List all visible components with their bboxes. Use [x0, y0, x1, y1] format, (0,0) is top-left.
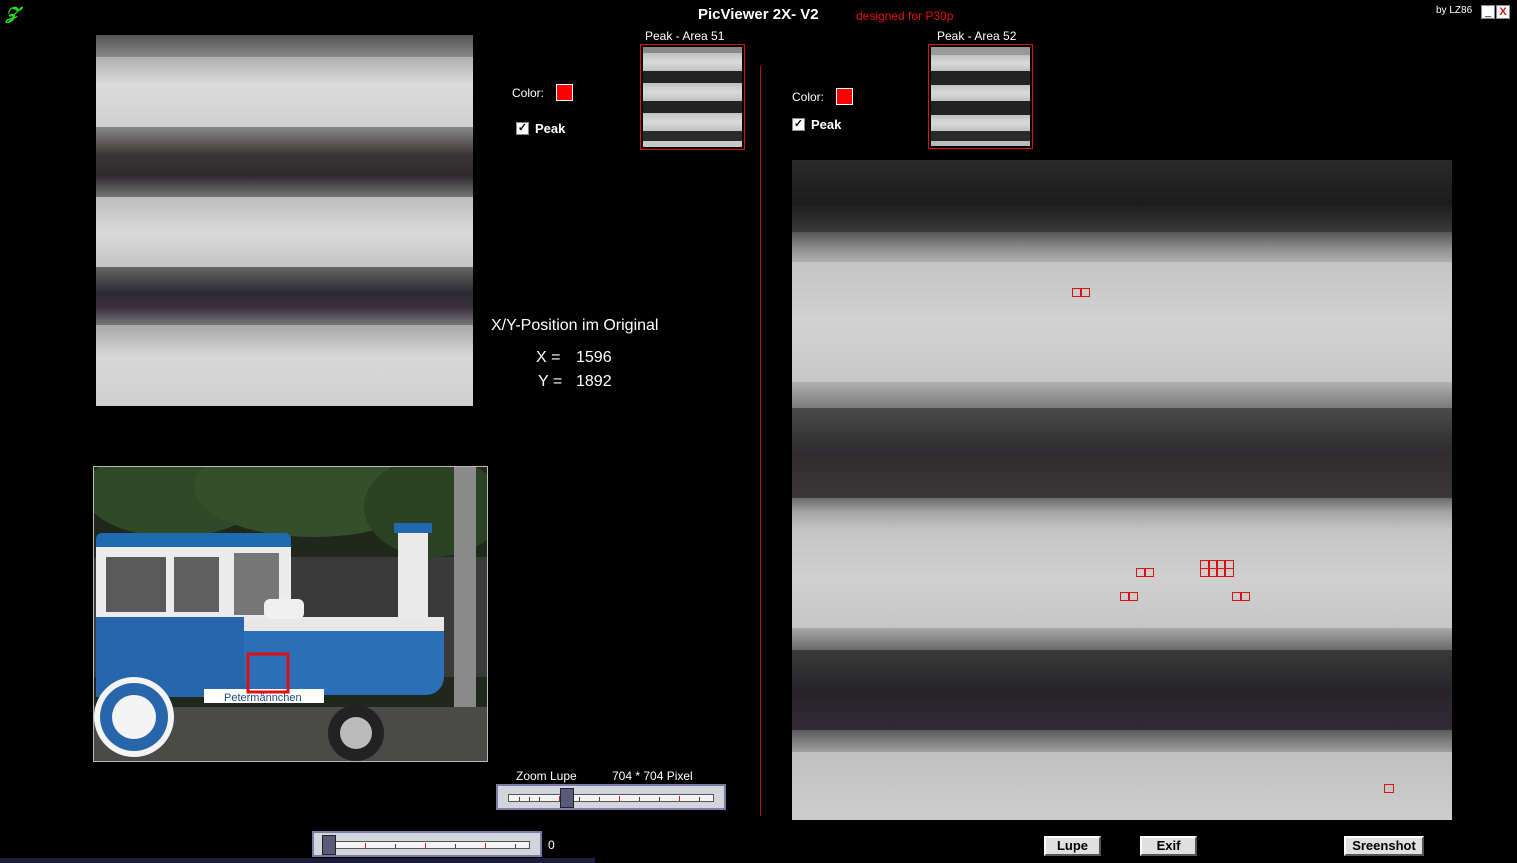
- app-title: PicViewer 2X- V2: [698, 6, 819, 23]
- bottom-slider[interactable]: [312, 831, 542, 857]
- thumbnail-sign-text: Petermännchen: [224, 692, 302, 704]
- app-subtitle: designed for P30p: [856, 9, 954, 23]
- bottom-slider-knob[interactable]: [322, 835, 336, 855]
- bottom-strip: [0, 858, 595, 863]
- x-value: 1596: [576, 349, 612, 366]
- left-color-swatch[interactable]: [556, 84, 573, 101]
- magnifier-left-view[interactable]: [96, 35, 473, 406]
- close-button[interactable]: X: [1496, 5, 1510, 19]
- peak-marker: [1240, 592, 1250, 601]
- panel-divider: [760, 66, 761, 816]
- left-color-label: Color:: [512, 86, 545, 100]
- y-value: 1892: [576, 373, 612, 390]
- right-peak-checkbox[interactable]: ✓: [792, 118, 805, 131]
- peak-marker: [1384, 784, 1394, 793]
- peak-area-51-title: Peak - Area 51: [645, 29, 725, 43]
- position-title: X/Y-Position im Original: [491, 317, 659, 334]
- peak-area-51-preview: [640, 44, 745, 150]
- lupe-button[interactable]: Lupe: [1044, 836, 1101, 856]
- x-label: X =: [536, 349, 561, 366]
- peak-marker: [1080, 288, 1090, 297]
- app-logo-icon: 𝓩: [6, 4, 19, 24]
- train-photo: Petermännchen: [94, 467, 487, 761]
- left-peak-label: Peak: [535, 121, 566, 136]
- original-thumbnail[interactable]: Petermännchen: [93, 466, 488, 762]
- peak-area-52-preview: [928, 44, 1033, 149]
- zoom-size-label: 704 * 704 Pixel: [612, 769, 693, 783]
- peak-area-52-title: Peak - Area 52: [937, 29, 1017, 43]
- right-color-swatch[interactable]: [836, 88, 853, 105]
- bottom-slider-value: 0: [548, 838, 555, 852]
- zoom-slider-knob[interactable]: [560, 788, 574, 808]
- peak-marker: [1224, 568, 1234, 577]
- zoom-lupe-label: Zoom Lupe: [516, 769, 577, 783]
- right-color-label: Color:: [792, 90, 825, 104]
- peak-marker: [1128, 592, 1138, 601]
- y-label: Y =: [538, 373, 563, 390]
- main-zoom-viewer[interactable]: [792, 160, 1452, 820]
- right-peak-label: Peak: [811, 117, 842, 132]
- minimize-button[interactable]: _: [1481, 5, 1495, 19]
- zoom-lupe-slider[interactable]: [496, 784, 726, 810]
- screenshot-button[interactable]: Sreenshot: [1344, 836, 1424, 856]
- exif-button[interactable]: Exif: [1140, 836, 1197, 856]
- author-byline: by LZ86: [1436, 5, 1473, 16]
- left-peak-checkbox[interactable]: ✓: [516, 122, 529, 135]
- peak-marker: [1144, 568, 1154, 577]
